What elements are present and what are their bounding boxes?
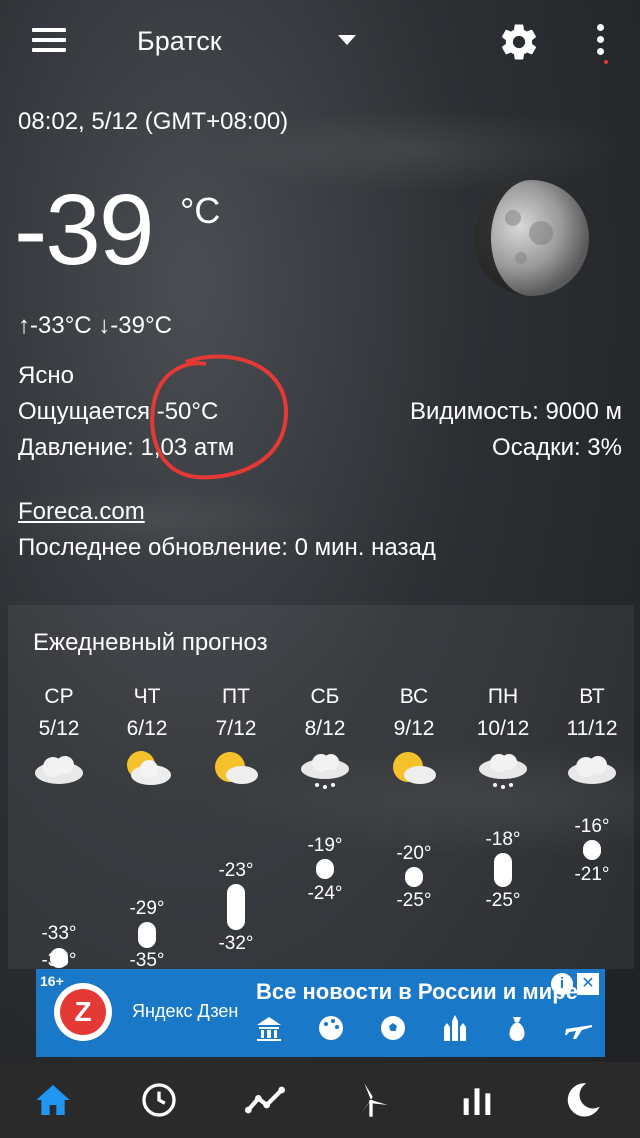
high-temp: -19° [307, 835, 343, 856]
day-name: ПТ [222, 685, 250, 708]
nav-wind[interactable] [318, 1062, 424, 1138]
visibility: Видимость: 9000 м [409, 398, 622, 425]
palette-icon [316, 1013, 346, 1043]
money-bag-icon [502, 1013, 532, 1043]
temp-range-bar [138, 922, 156, 948]
last-update: Последнее обновление: 0 мин. назад [18, 534, 436, 561]
source-link[interactable]: Foreca.com [18, 498, 145, 526]
high-temp: -20° [396, 843, 432, 864]
ad-close-icon[interactable]: ✕ [577, 973, 599, 995]
forecast-title: Ежедневный прогноз [33, 629, 268, 656]
high-temp: -23° [218, 860, 254, 881]
current-temperature: -39 [14, 174, 155, 286]
low-temp: -24° [307, 883, 343, 904]
nav-hourly[interactable] [106, 1062, 212, 1138]
condition-text: Ясно [18, 362, 74, 389]
clock-icon [142, 1083, 176, 1117]
forecast-day[interactable]: ПТ 7/12 [196, 685, 276, 741]
daily-forecast-panel[interactable]: Ежедневный прогноз СР 5/12 ЧТ 6/12 ПТ 7/12 … [8, 605, 634, 969]
day-name: СБ [310, 685, 340, 708]
home-icon [36, 1085, 70, 1115]
nav-chart[interactable] [212, 1062, 318, 1138]
partly-cloudy-icon [393, 752, 436, 784]
partly-cloudy-icon [127, 751, 171, 785]
nav-moon[interactable] [530, 1062, 636, 1138]
building-icon [254, 1013, 284, 1043]
kremlin-icon [440, 1013, 470, 1043]
low-temp: -25° [485, 890, 521, 911]
temp-range-bar [316, 859, 334, 879]
ad-category-icons [254, 1013, 594, 1047]
cloudy-icon [35, 756, 83, 784]
forecast-day[interactable]: ЧТ 6/12 [107, 685, 187, 741]
day-date: 9/12 [393, 717, 435, 740]
high-low-temperature: ↑-33°C ↓-39°C [18, 312, 172, 339]
day-date: 7/12 [215, 717, 257, 740]
age-rating: 16+ [40, 973, 64, 989]
high-temp: -16° [574, 816, 610, 837]
low-temp: -21° [574, 864, 610, 885]
ad-info-icon[interactable]: i [551, 973, 573, 995]
high-temp: -18° [485, 829, 521, 850]
low-temp: -25° [396, 890, 432, 911]
day-date: 10/12 [476, 717, 530, 740]
cloudy-icon [568, 756, 616, 784]
menu-icon[interactable] [32, 28, 66, 52]
nav-home[interactable] [0, 1062, 106, 1138]
wind-icon [361, 1083, 388, 1117]
chart-icon [245, 1086, 285, 1114]
bottom-navigation [0, 1062, 640, 1138]
forecast-day[interactable]: СБ 8/12 [285, 685, 365, 741]
temperature-unit[interactable]: °C [180, 190, 220, 232]
day-name: ВС [399, 685, 429, 708]
city-name[interactable]: Братск [137, 26, 222, 57]
partly-cloudy-icon [215, 752, 258, 784]
day-date: 11/12 [566, 717, 618, 740]
ad-banner[interactable]: 16+ Z Яндекс Дзен Все новости в России и… [36, 969, 605, 1057]
ad-headline: Все новости в России и мире [256, 979, 578, 1004]
day-name: ЧТ [133, 685, 161, 708]
snow-icon [301, 754, 349, 789]
forecast-day[interactable]: СР 5/12 [19, 685, 99, 741]
forecast-day[interactable]: ВС 9/12 [374, 685, 454, 741]
moon-icon [567, 1083, 600, 1117]
chevron-down-icon[interactable] [338, 35, 356, 45]
temp-range-bar [227, 884, 245, 930]
day-name: СР [44, 685, 74, 708]
zen-logo-icon: Z [54, 983, 112, 1041]
bars-icon [463, 1088, 491, 1115]
top-bar: Братск [0, 0, 640, 84]
low-temp: -35° [41, 950, 77, 969]
temp-range-bar [583, 840, 601, 860]
datetime: 08:02, 5/12 (GMT+08:00) [18, 108, 289, 135]
annotation-circle [150, 354, 289, 480]
moon-phase-icon [473, 180, 589, 296]
temp-range-bar [405, 867, 423, 887]
precipitation: Осадки: 3% [492, 434, 622, 461]
day-name: ВТ [579, 685, 605, 708]
day-date: 8/12 [304, 717, 346, 740]
ad-brand: Яндекс Дзен [132, 1001, 239, 1021]
forecast-day[interactable]: ВТ 11/12 [552, 685, 632, 741]
snow-icon [479, 754, 527, 789]
high-temp: -29° [129, 898, 165, 919]
forecast-day[interactable]: ПН 10/12 [463, 685, 543, 741]
gear-icon[interactable] [498, 21, 540, 63]
day-date: 6/12 [126, 717, 168, 740]
high-temp: -33° [41, 923, 77, 944]
soccer-ball-icon [378, 1013, 408, 1043]
low-temp: -32° [218, 933, 254, 954]
low-temp: -35° [129, 950, 165, 969]
airplane-icon [564, 1013, 594, 1043]
temp-range-bar [494, 853, 512, 887]
day-name: ПН [487, 685, 519, 708]
day-date: 5/12 [38, 717, 80, 740]
nav-bars[interactable] [424, 1062, 530, 1138]
more-vert-icon[interactable] [592, 24, 608, 64]
